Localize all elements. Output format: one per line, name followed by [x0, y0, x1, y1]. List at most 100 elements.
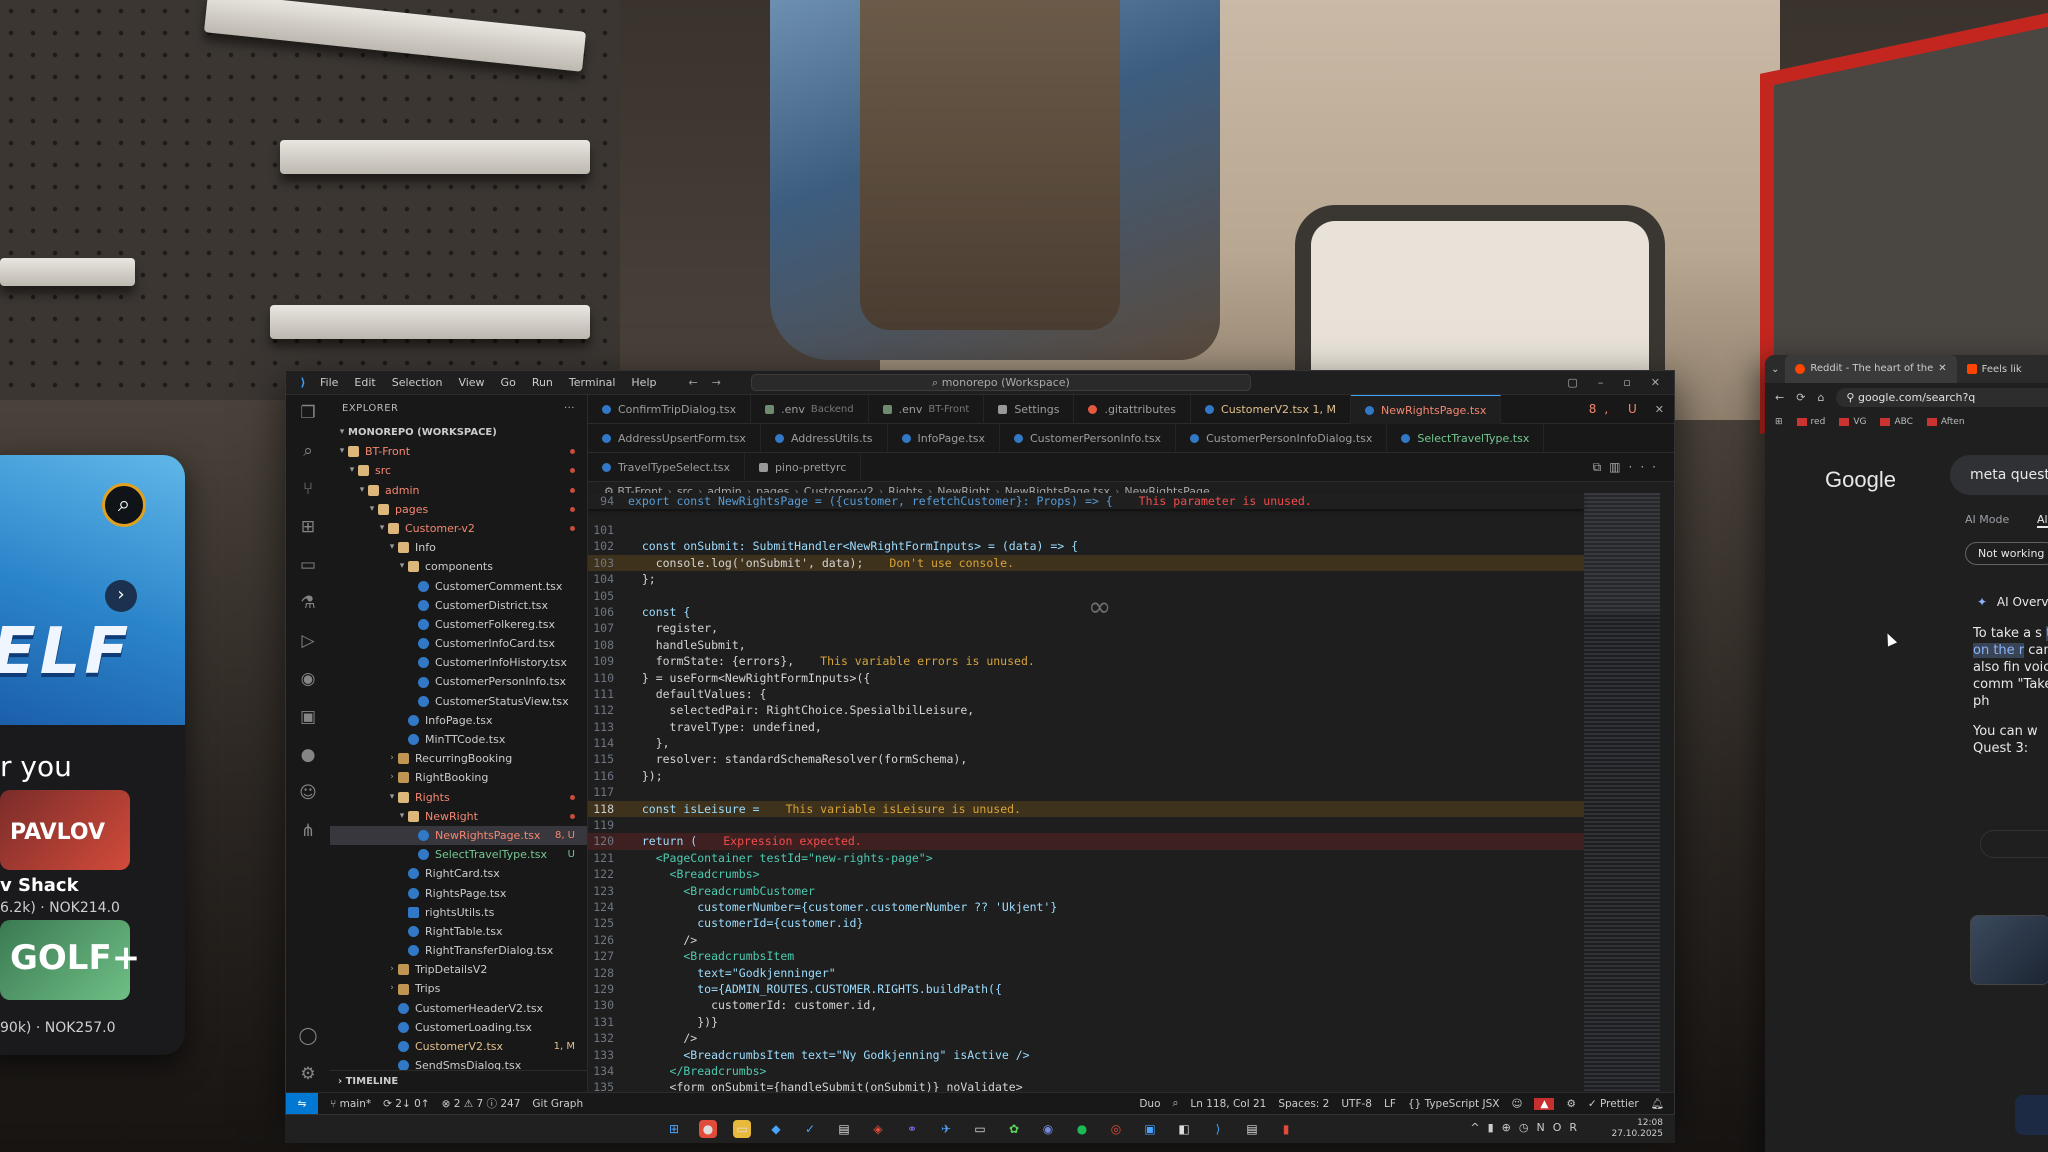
- code-line[interactable]: 134 </Breadcrumbs>: [588, 1063, 1584, 1079]
- system-tray-icons[interactable]: ^▮⊕◷NOR: [1470, 1121, 1585, 1134]
- tree-item[interactable]: CustomerInfoCard.tsx: [330, 634, 587, 653]
- indentation[interactable]: Spaces: 2: [1278, 1098, 1329, 1110]
- minimize-icon[interactable]: –: [1598, 376, 1604, 389]
- git-branch[interactable]: ⑂ main*: [330, 1098, 371, 1110]
- code-line[interactable]: 115 resolver: standardSchemaResolver(for…: [588, 751, 1584, 767]
- code-line[interactable]: 120 return (Expression expected.: [588, 833, 1584, 850]
- code-line[interactable]: 121 <PageContainer testId="new-rights-pa…: [588, 850, 1584, 866]
- tree-item[interactable]: RightTransferDialog.tsx: [330, 941, 587, 960]
- maximize-icon[interactable]: ▫: [1623, 376, 1630, 389]
- browser-tab[interactable]: Feels lik: [1957, 364, 2032, 375]
- editor-tab[interactable]: SelectTravelType.tsx: [1387, 424, 1545, 453]
- code-line[interactable]: 128 text="Godkjenninger": [588, 965, 1584, 981]
- extensions-icon[interactable]: ⊞: [301, 517, 315, 537]
- search-icon[interactable]: ⌕: [102, 483, 146, 527]
- file-explorer-icon[interactable]: ▭: [733, 1120, 751, 1138]
- store-hero-banner[interactable]: ELF ⌕ ›: [0, 455, 185, 725]
- tree-item[interactable]: › Trips: [330, 979, 587, 998]
- google-logo[interactable]: Google: [1825, 467, 1896, 493]
- nav-arrows[interactable]: ←→: [688, 376, 734, 389]
- tree-item[interactable]: NewRightsPage.tsx 8, U: [330, 825, 587, 846]
- code-line[interactable]: 127 <BreadcrumbsItem: [588, 948, 1584, 964]
- chrome-icon[interactable]: ◎: [1107, 1120, 1125, 1138]
- app-icon[interactable]: ▮: [1277, 1120, 1295, 1138]
- editor-area[interactable]: ConfirmTripDialog.tsx .env Backend .env BT-F…: [588, 395, 1674, 1092]
- editor-tab[interactable]: NewRightsPage.tsx: [1351, 395, 1502, 424]
- code-line[interactable]: 113 travelType: undefined,: [588, 719, 1584, 735]
- github-icon[interactable]: ●: [301, 745, 316, 765]
- workspace-root[interactable]: ▾ MONOREPO (WORKSPACE): [330, 423, 587, 442]
- editor-tab[interactable]: AddressUpsertForm.tsx: [588, 424, 761, 453]
- copilot-status-icon[interactable]: ☺: [1511, 1098, 1522, 1110]
- tree-item[interactable]: ▾ Rights: [330, 788, 587, 807]
- settings-gear-icon[interactable]: ⚙: [1566, 1098, 1575, 1110]
- tab-search-icon[interactable]: ⌄: [1765, 364, 1785, 375]
- tree-item[interactable]: ▾ components: [330, 557, 587, 576]
- code-line[interactable]: 124 customerNumber={customer.customerNum…: [588, 899, 1584, 915]
- code-line[interactable]: 122 <Breadcrumbs>: [588, 866, 1584, 882]
- tree-item[interactable]: ▾ Customer-v2: [330, 519, 587, 538]
- tree-item[interactable]: RightsPage.tsx: [330, 884, 587, 903]
- chrome-icon[interactable]: ●: [699, 1120, 717, 1138]
- app-icon[interactable]: ▤: [1243, 1120, 1261, 1138]
- game-tile-pavlov[interactable]: PAVLOV: [0, 790, 130, 870]
- tree-item[interactable]: CustomerPersonInfo.tsx: [330, 672, 587, 691]
- tree-item[interactable]: CustomerInfoHistory.tsx: [330, 653, 587, 672]
- editor-tab[interactable]: .env Backend: [751, 395, 869, 424]
- tree-item[interactable]: CustomerLoading.tsx: [330, 1018, 587, 1037]
- code-line[interactable]: 119: [588, 817, 1584, 833]
- editor-tab[interactable]: CustomerV2.tsx 1, M: [1191, 395, 1351, 424]
- discord-icon[interactable]: ◉: [1039, 1120, 1057, 1138]
- code-line[interactable]: 133 <BreadcrumbsItem text="Ny Godkjennin…: [588, 1047, 1584, 1063]
- tree-item[interactable]: InfoPage.tsx: [330, 711, 587, 730]
- editor-actions[interactable]: ⧉▥···: [1593, 453, 1674, 481]
- followup-input[interactable]: [1980, 830, 2048, 858]
- menu-item-terminal[interactable]: Terminal: [569, 376, 616, 389]
- home-icon[interactable]: ⌂: [1817, 391, 1824, 404]
- search-icon[interactable]: ⌕: [303, 441, 313, 461]
- code-line[interactable]: 112 selectedPair: RightChoice.Spesialbil…: [588, 702, 1584, 718]
- video-thumbnail[interactable]: [2015, 1095, 2048, 1135]
- code-line[interactable]: 132 />: [588, 1030, 1584, 1046]
- git-graph-icon[interactable]: ⋔: [301, 821, 315, 841]
- bookmark-item[interactable]: VG: [1839, 417, 1866, 427]
- menu-item-view[interactable]: View: [458, 376, 484, 389]
- code-line[interactable]: 129 to={ADMIN_ROUTES.CUSTOMER.RIGHTS.bui…: [588, 981, 1584, 997]
- chevron-right-icon[interactable]: ›: [105, 580, 137, 612]
- clock[interactable]: 12:08 27.10.2025: [1611, 1118, 1663, 1140]
- menu-item-go[interactable]: Go: [501, 376, 516, 389]
- tree-item[interactable]: RightCard.tsx: [330, 864, 587, 883]
- bookmark-item[interactable]: red: [1796, 417, 1825, 427]
- editor-tab[interactable]: AddressUtils.ts: [761, 424, 888, 453]
- editor-tab[interactable]: TravelTypeSelect.tsx: [588, 453, 745, 482]
- terminal-icon[interactable]: ▭: [971, 1120, 989, 1138]
- bookmark-item[interactable]: ABC: [1880, 417, 1913, 427]
- start-icon[interactable]: ⊞: [665, 1120, 683, 1138]
- app-icon[interactable]: ▣: [1141, 1120, 1159, 1138]
- notepad-icon[interactable]: ▤: [835, 1120, 853, 1138]
- end-of-line[interactable]: LF: [1384, 1098, 1396, 1110]
- editor-tab[interactable]: CustomerPersonInfo.tsx: [1000, 424, 1177, 453]
- editor-tab[interactable]: pino-prettyrc: [745, 453, 862, 482]
- app-icon[interactable]: ✓: [801, 1120, 819, 1138]
- code-line[interactable]: 131 })}: [588, 1014, 1584, 1030]
- tree-item[interactable]: ▾ pages: [330, 500, 587, 519]
- close-icon[interactable]: ✕: [1651, 376, 1660, 389]
- code-line[interactable]: 110 } = useForm<NewRightFormInputs>({: [588, 670, 1584, 686]
- copilot-icon[interactable]: ☺: [299, 783, 317, 803]
- settings-gear-icon[interactable]: ⚙: [300, 1064, 315, 1084]
- tree-item[interactable]: rightsUtils.ts: [330, 903, 587, 922]
- tree-item[interactable]: ▾ src: [330, 461, 587, 480]
- game-tile-golf[interactable]: GOLF+: [0, 920, 140, 1000]
- tab-all[interactable]: Al: [2037, 513, 2048, 528]
- code-line[interactable]: 123 <BreadcrumbCustomer: [588, 883, 1584, 899]
- source-control-icon[interactable]: ⑂: [303, 479, 313, 499]
- tree-item[interactable]: ▾ NewRight: [330, 807, 587, 826]
- url-input[interactable]: ⚲ google.com/search?q: [1836, 387, 2048, 407]
- prettier-status[interactable]: ✓ Prettier: [1588, 1098, 1639, 1110]
- notifications-icon[interactable]: 🔔︎: [1651, 1097, 1664, 1110]
- video-thumbnail[interactable]: [1970, 915, 2048, 985]
- code-line[interactable]: 111 defaultValues: {: [588, 686, 1584, 702]
- editor-tab[interactable]: InfoPage.tsx: [888, 424, 1000, 453]
- timeline-section[interactable]: › TIMELINE: [330, 1070, 587, 1092]
